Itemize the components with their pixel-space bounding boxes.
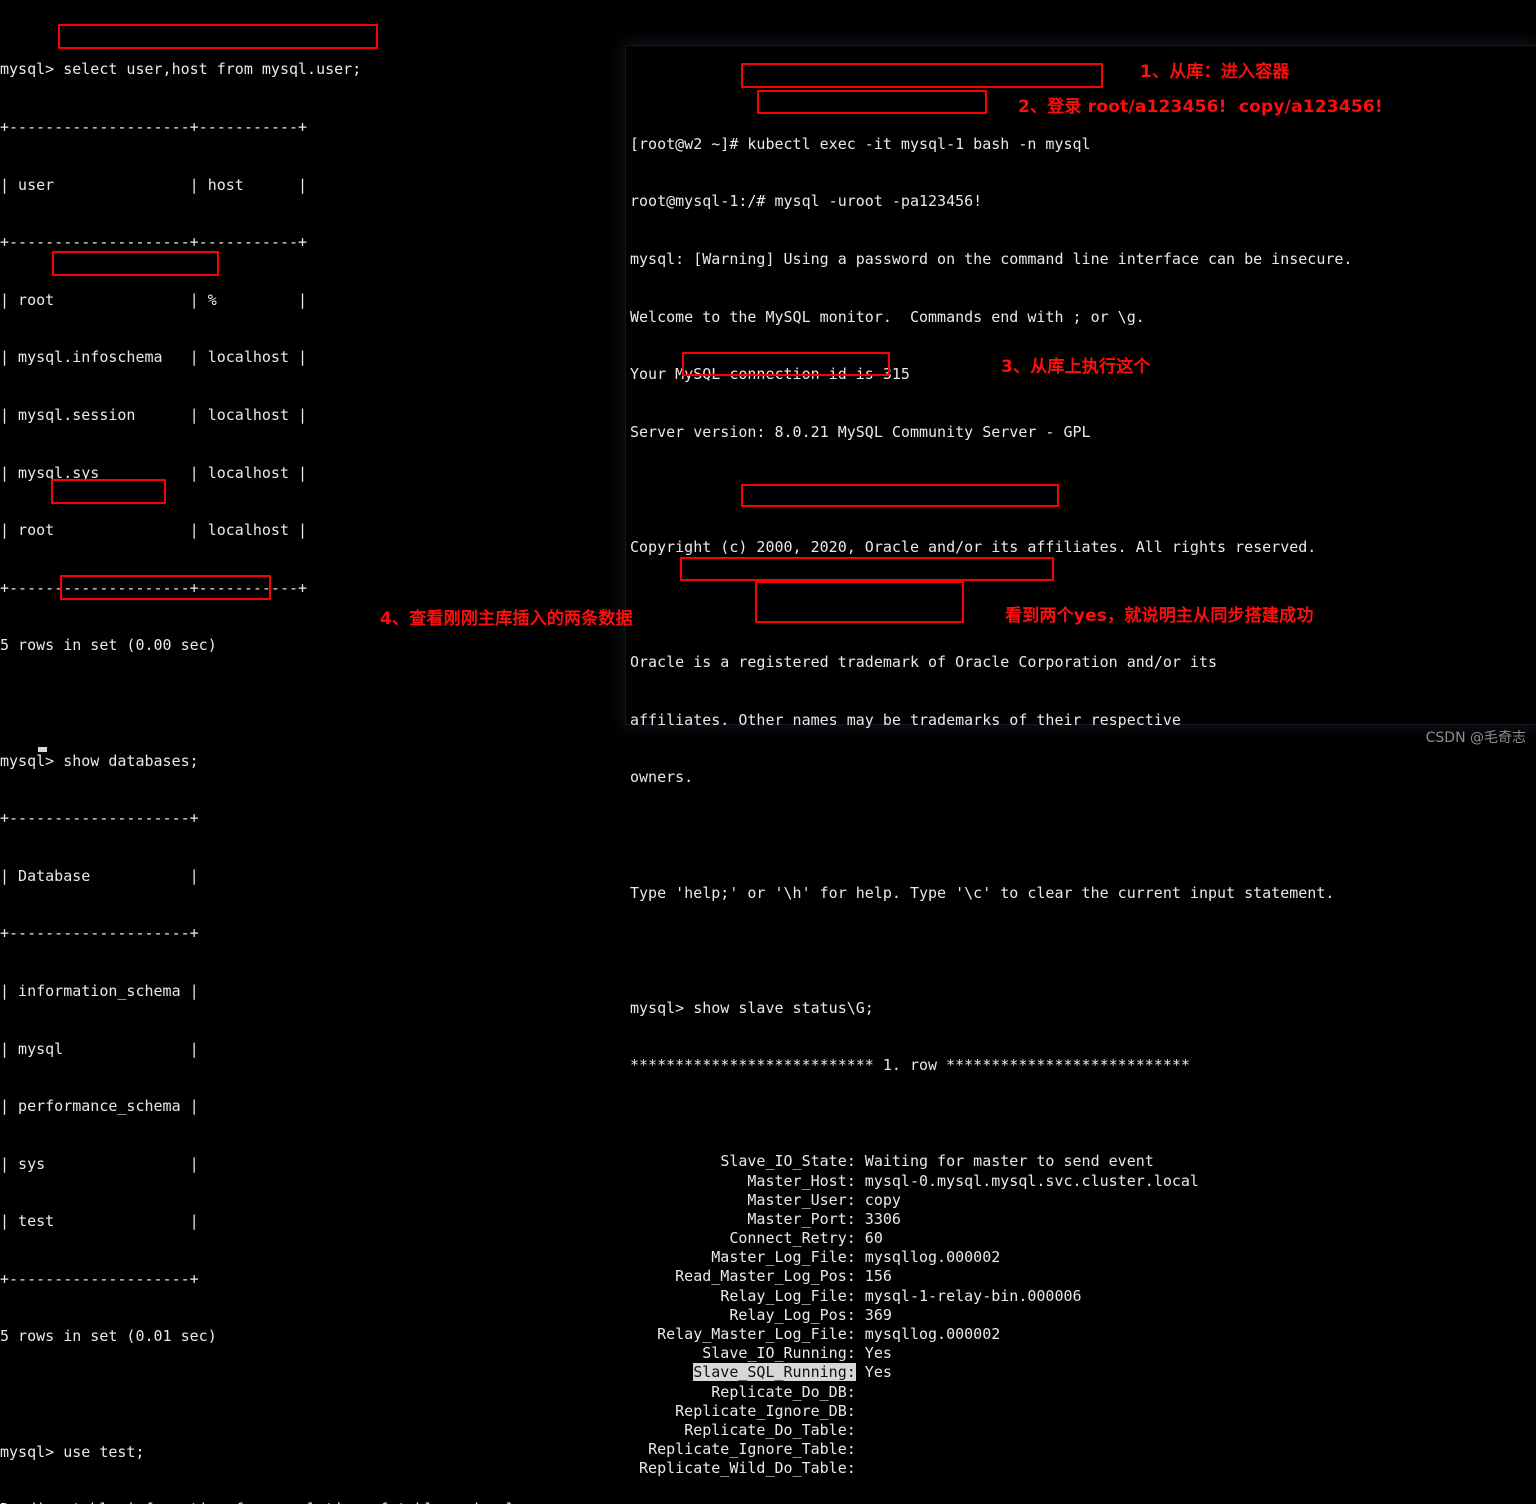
terminal-line: | mysql.infoschema | localhost | bbox=[0, 348, 308, 367]
slave-status-label: Slave_SQL_Running: bbox=[693, 1363, 856, 1382]
terminal-line: | Database | bbox=[0, 866, 199, 885]
annotation-note-1: 1、从库：进入容器 bbox=[1140, 62, 1290, 82]
slave-status-label: Relay_Log_File: bbox=[720, 1286, 856, 1305]
slave-status-value: 3306 bbox=[855, 1209, 901, 1228]
slave-status-value: Yes bbox=[855, 1344, 892, 1363]
terminal-line: mysql> select user,host from mysql.user; bbox=[0, 60, 362, 79]
slave-status-row: Relay_Log_File: mysql-1-relay-bin.000006 bbox=[630, 1287, 1536, 1306]
slave-status-row: Slave_IO_Running: Yes bbox=[630, 1344, 1536, 1363]
slave-status-row: Relay_Master_Log_File: mysqllog.000002 bbox=[630, 1325, 1536, 1344]
terminal-line: | performance_schema | bbox=[0, 1097, 199, 1116]
slave-status-row: Read_Master_Log_Pos: 156 bbox=[630, 1267, 1536, 1286]
slave-status-value: mysqllog.000002 bbox=[855, 1248, 1001, 1267]
terminal-line: | root | localhost | bbox=[0, 521, 308, 540]
terminal-line: 5 rows in set (0.00 sec) bbox=[0, 636, 217, 655]
terminal-line: | mysql.sys | localhost | bbox=[0, 463, 308, 482]
annotation-note-5: 看到两个yes，就说明主从同步搭建成功 bbox=[1005, 606, 1314, 626]
terminal-line: | information_schema | bbox=[0, 981, 199, 1000]
slave-status-label: Slave_IO_State: bbox=[720, 1152, 856, 1171]
slave-status-label: Master_Host: bbox=[747, 1171, 856, 1190]
terminal-line: owners. bbox=[630, 768, 694, 787]
slave-status-label: Slave_IO_Running: bbox=[702, 1344, 856, 1363]
slave-status-value: 60 bbox=[855, 1229, 883, 1248]
terminal-line: Copyright (c) 2000, 2020, Oracle and/or … bbox=[630, 537, 1317, 556]
terminal-line: | mysql.session | localhost | bbox=[0, 405, 308, 424]
slave-status-label: Replicate_Do_DB: bbox=[711, 1382, 856, 1401]
annotation-note-3: 3、从库上执行这个 bbox=[1001, 357, 1151, 377]
terminal-line: | user | host | bbox=[0, 175, 308, 194]
slave-status-row: Slave_IO_State: Waiting for master to se… bbox=[630, 1152, 1536, 1171]
terminal-line: +--------------------+-----------+ bbox=[0, 118, 308, 136]
terminal-line: Oracle is a registered trademark of Orac… bbox=[630, 653, 1217, 672]
terminal-line: Server version: 8.0.21 MySQL Community S… bbox=[630, 422, 1091, 441]
slave-status-value: Yes bbox=[855, 1363, 892, 1382]
terminal-line: | root | % | bbox=[0, 290, 308, 309]
slave-status-row: Master_Port: 3306 bbox=[630, 1210, 1536, 1229]
slave-status-label: Relay_Master_Log_File: bbox=[657, 1325, 856, 1343]
slave-status-label: Replicate_Ignore_DB: bbox=[675, 1401, 856, 1420]
terminal-line: | test | bbox=[0, 1212, 199, 1231]
terminal-cursor bbox=[38, 747, 47, 752]
terminal-line: +--------------------+-----------+ bbox=[0, 233, 308, 252]
slave-status-row: Master_User: copy bbox=[630, 1191, 1536, 1210]
slave-status-label: Replicate_Wild_Do_Table: bbox=[639, 1459, 856, 1478]
slave-status-list: Slave_IO_State: Waiting for master to se… bbox=[630, 1152, 1536, 1478]
slave-status-row: Replicate_Do_Table: bbox=[630, 1421, 1536, 1440]
slave-status-value: mysql-1-relay-bin.000006 bbox=[855, 1286, 1082, 1305]
slave-status-label: Master_Log_File: bbox=[711, 1248, 856, 1267]
terminal-line: +--------------------+ bbox=[0, 924, 199, 943]
slave-status-value: 369 bbox=[855, 1305, 892, 1324]
slave-status-row: Replicate_Wild_Do_Table: bbox=[630, 1459, 1536, 1478]
slave-status-label: Relay_Log_Pos: bbox=[729, 1305, 856, 1324]
left-terminal-pane[interactable]: mysql> select user,host from mysql.user;… bbox=[0, 22, 620, 1504]
terminal-line: | mysql | bbox=[0, 1039, 199, 1058]
terminal-line: mysql: [Warning] Using a password on the… bbox=[630, 250, 1353, 268]
terminal-line-prompt: mysql> show slave status\G; bbox=[630, 998, 874, 1017]
slave-status-label: Master_User: bbox=[747, 1190, 856, 1209]
screen-root: mysql> select user,host from mysql.user;… bbox=[0, 0, 1536, 1504]
slave-status-value: mysql-0.mysql.mysql.svc.cluster.local bbox=[855, 1171, 1199, 1190]
terminal-line: 5 rows in set (0.01 sec) bbox=[0, 1327, 217, 1346]
slave-status-row: Replicate_Do_DB: bbox=[630, 1383, 1536, 1402]
terminal-line: [root@w2 ~]# kubectl exec -it mysql-1 ba… bbox=[630, 134, 1091, 153]
slave-status-label: Master_Port: bbox=[747, 1209, 856, 1228]
csdn-watermark: CSDN @毛奇志 bbox=[1425, 730, 1526, 746]
terminal-line: +--------------------+ bbox=[0, 1269, 199, 1288]
terminal-line: | sys | bbox=[0, 1154, 199, 1173]
slave-status-row: Slave_SQL_Running: Yes bbox=[630, 1363, 1536, 1382]
terminal-line: Type 'help;' or '\h' for help. Type '\c'… bbox=[630, 883, 1335, 902]
slave-status-label: Replicate_Do_Table: bbox=[684, 1420, 856, 1439]
slave-status-value: mysqllog.000002 bbox=[855, 1325, 1001, 1343]
annotation-note-2: 2、登录 root/a123456! copy/a123456! bbox=[1018, 97, 1383, 117]
annotation-note-4: 4、查看刚刚主库插入的两条数据 bbox=[380, 609, 633, 629]
terminal-line: affiliates. Other names may be trademark… bbox=[630, 710, 1181, 729]
slave-status-row: Master_Host: mysql-0.mysql.mysql.svc.clu… bbox=[630, 1172, 1536, 1191]
slave-status-row: Master_Log_File: mysqllog.000002 bbox=[630, 1248, 1536, 1267]
terminal-line: root@mysql-1:/# mysql -uroot -pa123456! bbox=[630, 192, 983, 211]
slave-status-row: Replicate_Ignore_Table: bbox=[630, 1440, 1536, 1459]
slave-status-row: Relay_Log_Pos: 369 bbox=[630, 1306, 1536, 1325]
slave-status-row: Replicate_Ignore_DB: bbox=[630, 1402, 1536, 1421]
terminal-line: +--------------------+ bbox=[0, 809, 199, 828]
terminal-line: Welcome to the MySQL monitor. Commands e… bbox=[630, 307, 1145, 326]
terminal-line: Reading table information for completion… bbox=[0, 1500, 620, 1504]
slave-status-value: copy bbox=[855, 1190, 901, 1209]
slave-status-value: Waiting for master to send event bbox=[855, 1152, 1154, 1171]
terminal-line: mysql> show databases; bbox=[0, 751, 199, 770]
slave-status-label: Connect_Retry: bbox=[729, 1229, 856, 1248]
terminal-line: +--------------------+-----------+ bbox=[0, 578, 308, 597]
terminal-line: mysql> use test; bbox=[0, 1442, 145, 1461]
slave-status-label: Read_Master_Log_Pos: bbox=[675, 1267, 856, 1286]
slave-status-value: 156 bbox=[855, 1267, 892, 1286]
slave-status-row-header: *************************** 1. row *****… bbox=[630, 1056, 1190, 1075]
slave-status-label: Replicate_Ignore_Table: bbox=[648, 1440, 856, 1459]
slave-status-row: Connect_Retry: 60 bbox=[630, 1229, 1536, 1248]
